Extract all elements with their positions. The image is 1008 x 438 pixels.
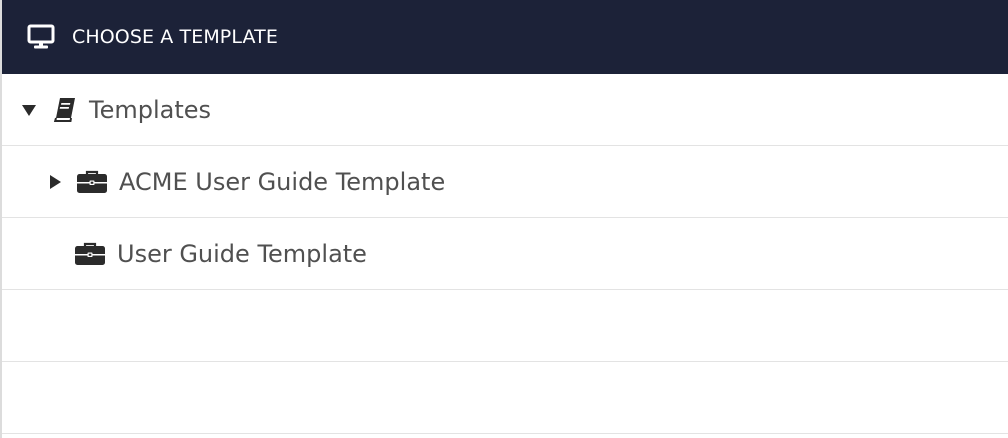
tree-node-label: User Guide Template bbox=[117, 239, 367, 268]
briefcase-icon bbox=[74, 241, 106, 267]
caret-down-icon[interactable] bbox=[20, 101, 38, 119]
tree-node-label: ACME User Guide Template bbox=[119, 167, 446, 196]
tree-node-label: Templates bbox=[89, 95, 212, 124]
caret-right-icon[interactable] bbox=[46, 173, 64, 191]
monitor-icon bbox=[26, 23, 56, 51]
tree-node-acme-user-guide-template[interactable]: ACME User Guide Template bbox=[2, 146, 1008, 218]
tree-node-templates[interactable]: Templates bbox=[2, 74, 1008, 146]
empty-row bbox=[2, 290, 1008, 362]
book-icon bbox=[52, 97, 78, 123]
template-chooser-panel: CHOOSE A TEMPLATE Templates ACME User Gu… bbox=[0, 0, 1008, 438]
panel-title: CHOOSE A TEMPLATE bbox=[72, 26, 278, 48]
briefcase-icon bbox=[76, 169, 108, 195]
tree-node-user-guide-template[interactable]: User Guide Template bbox=[2, 218, 1008, 290]
empty-row bbox=[2, 362, 1008, 434]
panel-header: CHOOSE A TEMPLATE bbox=[2, 0, 1008, 74]
